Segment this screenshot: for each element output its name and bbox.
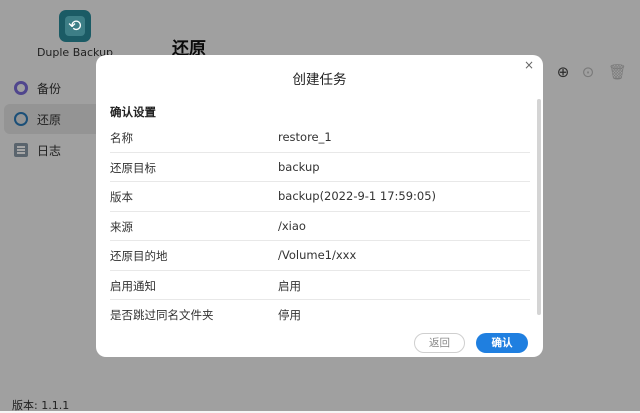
dialog-title: 创建任务 [292,72,347,88]
settings-row: 来源 /xiao [110,212,530,241]
settings-value: 停用 [278,308,301,322]
settings-key: 版本 [110,190,133,204]
settings-key: 启用通知 [110,278,156,293]
settings-row: 名称 restore_1 [110,123,530,153]
settings-value: backup(2022-9-1 17:59:05) [278,189,437,203]
settings-key: 来源 [110,219,133,234]
settings-row: 启用通知 启用 [110,271,530,300]
settings-value: restore_1 [278,130,332,144]
settings-row: 是否跳过同名文件夹 停用 [110,300,530,330]
confirm-button[interactable]: 确认 [476,333,528,353]
settings-key: 是否跳过同名文件夹 [110,308,214,322]
create-task-dialog: 创建任务 × 确认设置 名称 restore_1 还原目标 backup 版本 … [96,55,543,357]
settings-row: 还原目的地 /Volume1/xxx [110,241,530,271]
scrollbar-thumb[interactable] [537,99,541,315]
settings-value: /xiao [278,218,306,233]
close-icon[interactable]: × [524,58,534,72]
settings-key: 还原目标 [110,160,156,175]
settings-key: 名称 [110,131,133,145]
section-title: 确认设置 [110,105,156,119]
settings-key: 还原目的地 [110,249,168,263]
settings-list: 名称 restore_1 还原目标 backup 版本 backup(2022-… [110,123,530,330]
back-button[interactable]: 返回 [414,333,465,353]
sync-arrows-icon: ⟲ [68,16,82,35]
scrollbar[interactable] [537,99,541,315]
settings-value: /Volume1/xxx [278,248,357,262]
settings-value: 启用 [278,278,301,293]
settings-row: 版本 backup(2022-9-1 17:59:05) [110,182,530,212]
settings-row: 还原目标 backup [110,153,530,182]
settings-value: backup [278,159,320,174]
